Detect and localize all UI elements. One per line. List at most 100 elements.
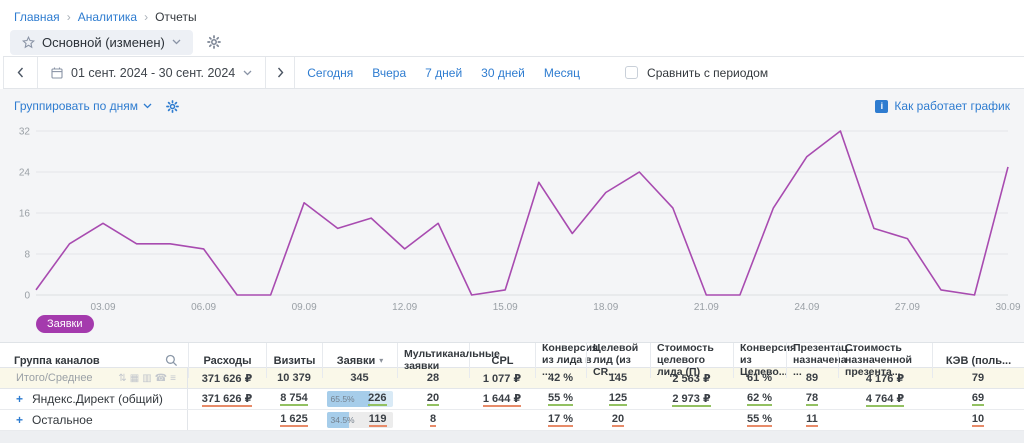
metric-value-link[interactable]: 17 % — [548, 413, 573, 427]
chart-settings-gear-icon[interactable] — [166, 100, 179, 113]
metric-value-link[interactable]: 371 626 ₽ — [202, 392, 252, 407]
metric-value-link[interactable]: 78 — [806, 392, 818, 406]
metric-value-link[interactable]: 8 — [430, 413, 436, 427]
metric-value-link[interactable]: 1 625 — [280, 413, 308, 427]
metric-value: 4 176 ₽ — [866, 372, 904, 385]
metric-value-link[interactable]: 2 973 ₽ — [672, 392, 710, 407]
info-icon — [875, 100, 888, 113]
breadcrumb-link-analytics[interactable]: Аналитика — [78, 10, 137, 24]
table-row: Итого/Среднее⇅▦▥☎≡371 626 ₽10 379345281 … — [0, 368, 1024, 389]
table-cell: 125 — [586, 389, 650, 409]
table-cell — [838, 410, 932, 430]
metric-value-link[interactable]: 55 % — [747, 413, 772, 427]
metric-value-link[interactable]: 69 — [972, 392, 984, 406]
metric-value-link[interactable]: 62 % — [747, 392, 772, 406]
metric-value: 10 379 — [277, 372, 311, 384]
table-cell: 11 — [786, 410, 838, 430]
table-body: Итого/Среднее⇅▦▥☎≡371 626 ₽10 379345281 … — [0, 368, 1024, 431]
x-axis-label: 03.09 — [91, 302, 116, 313]
preset-30-days[interactable]: 30 дней — [481, 66, 525, 80]
channel-group-cell: Итого/Среднее⇅▦▥☎≡ — [0, 368, 188, 388]
table-cell: 17 % — [535, 410, 586, 430]
table-cell: 8 — [397, 410, 469, 430]
metric-value-link[interactable]: 4 764 ₽ — [866, 392, 904, 407]
share-percent-label: 34.5% — [331, 415, 355, 425]
table-row: + Яндекс.Директ (общий) 371 626 ₽ 8 754 65.5… — [0, 389, 1024, 410]
breadcrumb-link-home[interactable]: Главная — [14, 10, 60, 24]
metric-value-link[interactable]: 226 — [368, 392, 386, 406]
table-cell: 1 077 ₽ — [469, 368, 535, 388]
preset-yesterday[interactable]: Вчера — [372, 66, 406, 80]
metric-value-link[interactable]: 125 — [609, 392, 627, 406]
y-axis-label: 32 — [19, 127, 31, 138]
metric-value-link[interactable]: 1 644 ₽ — [483, 392, 521, 407]
metric-value-link[interactable]: 20 — [612, 413, 624, 427]
table-row: +Остальное 1 625 34.5% 119 8 17 % 20 55 % 11 10 — [0, 410, 1024, 431]
table-cell: 61 % — [733, 368, 786, 388]
chart-icon[interactable]: ▥ — [142, 373, 154, 384]
legend-badge-applications[interactable]: Заявки — [36, 315, 94, 333]
metric-value-link[interactable]: 8 754 — [280, 392, 308, 406]
table-cell: 371 626 ₽ — [188, 389, 266, 409]
x-axis-label: 06.09 — [191, 302, 216, 313]
applications-share-bar[interactable]: 34.5% 119 — [327, 412, 393, 428]
table-cell: 10 379 — [266, 368, 322, 388]
applications-share-bar[interactable]: 65.5%226 — [327, 391, 393, 407]
breadcrumb-separator-icon: › — [67, 10, 71, 24]
compare-with-period[interactable]: Сравнить с периодом — [625, 66, 768, 80]
table-header: Группа каналов Расходы Визиты Заявки ▾ М… — [0, 342, 1024, 368]
chart-section: Группировать по дням Как работает график — [0, 89, 1024, 342]
metric-value: 145 — [609, 372, 627, 384]
channel-group-cell[interactable]: +Остальное — [0, 410, 188, 430]
applications-chart[interactable]: 0816243203.0906.0909.0912.0915.0918.0921… — [0, 117, 1024, 313]
report-settings-gear-icon[interactable] — [207, 35, 221, 49]
next-period-button[interactable] — [266, 57, 295, 88]
columns-icon[interactable]: ▦ — [130, 373, 142, 384]
table-cell: 1 644 ₽ — [469, 389, 535, 409]
table-cell: 69 — [932, 389, 1024, 409]
chevron-down-icon — [243, 70, 252, 76]
preset-today[interactable]: Сегодня — [307, 66, 353, 80]
group-by-dropdown[interactable]: Группировать по дням — [14, 99, 152, 113]
metric-value-link[interactable]: 10 — [972, 413, 984, 427]
metric-value: 79 — [972, 372, 984, 384]
metric-value: 28 — [427, 372, 439, 384]
report-selector-label: Основной (изменен) — [42, 35, 165, 50]
table-cell: 1 625 — [266, 410, 322, 430]
list-icon[interactable]: ≡ — [170, 373, 179, 384]
date-range-picker[interactable]: 01 сент. 2024 - 30 сент. 2024 — [38, 57, 266, 88]
compare-checkbox[interactable] — [625, 66, 638, 79]
breadcrumb-current-reports: Отчеты — [155, 10, 196, 24]
table-cell: 55 % — [733, 410, 786, 430]
chevron-down-icon — [172, 39, 181, 45]
metric-value-link[interactable]: 20 — [427, 392, 439, 406]
expand-plus-icon[interactable]: + — [16, 414, 23, 426]
prev-period-button[interactable] — [3, 57, 38, 88]
how-chart-works-link[interactable]: Как работает график — [894, 99, 1010, 113]
x-axis-label: 18.09 — [593, 302, 618, 313]
search-icon[interactable] — [165, 354, 178, 367]
metric-value: 42 % — [548, 372, 573, 384]
sort-icon[interactable]: ⇅ — [118, 373, 129, 384]
preset-7-days[interactable]: 7 дней — [425, 66, 462, 80]
table-cell — [188, 410, 266, 430]
preset-month[interactable]: Месяц — [544, 66, 580, 80]
table-cell: 371 626 ₽ — [188, 368, 266, 388]
table-cell: 20 — [397, 389, 469, 409]
x-axis-label: 15.09 — [493, 302, 518, 313]
metric-value-link[interactable]: 55 % — [548, 392, 573, 406]
metric-value: 371 626 ₽ — [202, 372, 252, 385]
chart-legend: Заявки — [0, 313, 1024, 333]
metric-value-link[interactable]: 119 — [369, 413, 387, 427]
table-cell: 42 % — [535, 368, 586, 388]
report-selector[interactable]: Основной (изменен) — [10, 30, 193, 55]
channel-group-cell[interactable]: + Яндекс.Директ (общий) — [0, 389, 188, 409]
metric-value-link[interactable]: 11 — [806, 413, 818, 427]
phone-icon[interactable]: ☎ — [155, 373, 170, 384]
sort-desc-icon: ▾ — [379, 356, 383, 365]
expand-plus-icon[interactable]: + — [16, 393, 23, 405]
chart-controls: Группировать по дням Как работает график — [0, 95, 1024, 117]
channel-group-label: Яндекс.Директ (общий) — [32, 392, 163, 406]
x-axis-label: 09.09 — [292, 302, 317, 313]
chevron-down-icon — [143, 103, 152, 109]
